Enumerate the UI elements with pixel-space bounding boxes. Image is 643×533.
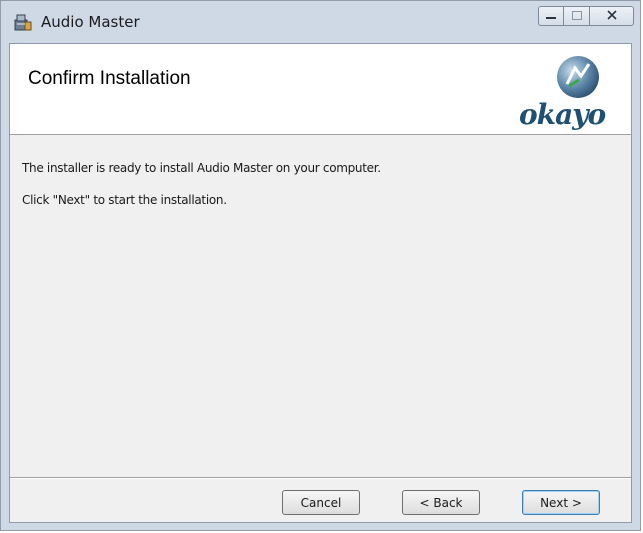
- minimize-button[interactable]: [538, 6, 564, 26]
- close-icon: [606, 7, 617, 25]
- minimize-icon: [546, 7, 556, 25]
- okayo-logo: okayo: [515, 52, 625, 132]
- page-title: Confirm Installation: [28, 68, 191, 89]
- window-controls: [538, 6, 634, 28]
- installer-window: Audio Master Confirm Installation okayo …: [0, 0, 641, 531]
- maximize-icon: [571, 7, 582, 25]
- okayo-logo-text: okayo: [519, 98, 606, 131]
- ready-message: The installer is ready to install Audio …: [22, 161, 381, 175]
- installer-app-icon: [13, 12, 33, 32]
- window-title: Audio Master: [41, 13, 140, 31]
- next-instruction: Click "Next" to start the installation.: [22, 193, 227, 207]
- back-button[interactable]: < Back: [402, 490, 480, 515]
- close-button[interactable]: [590, 6, 634, 26]
- next-button[interactable]: Next >: [522, 490, 600, 515]
- title-bar[interactable]: Audio Master: [1, 1, 640, 43]
- cancel-button[interactable]: Cancel: [282, 490, 360, 515]
- dialog-client-area: Confirm Installation okayo The installer…: [9, 43, 632, 523]
- footer-divider: [10, 477, 631, 479]
- dialog-header: Confirm Installation okayo: [10, 44, 631, 135]
- maximize-button[interactable]: [564, 6, 590, 26]
